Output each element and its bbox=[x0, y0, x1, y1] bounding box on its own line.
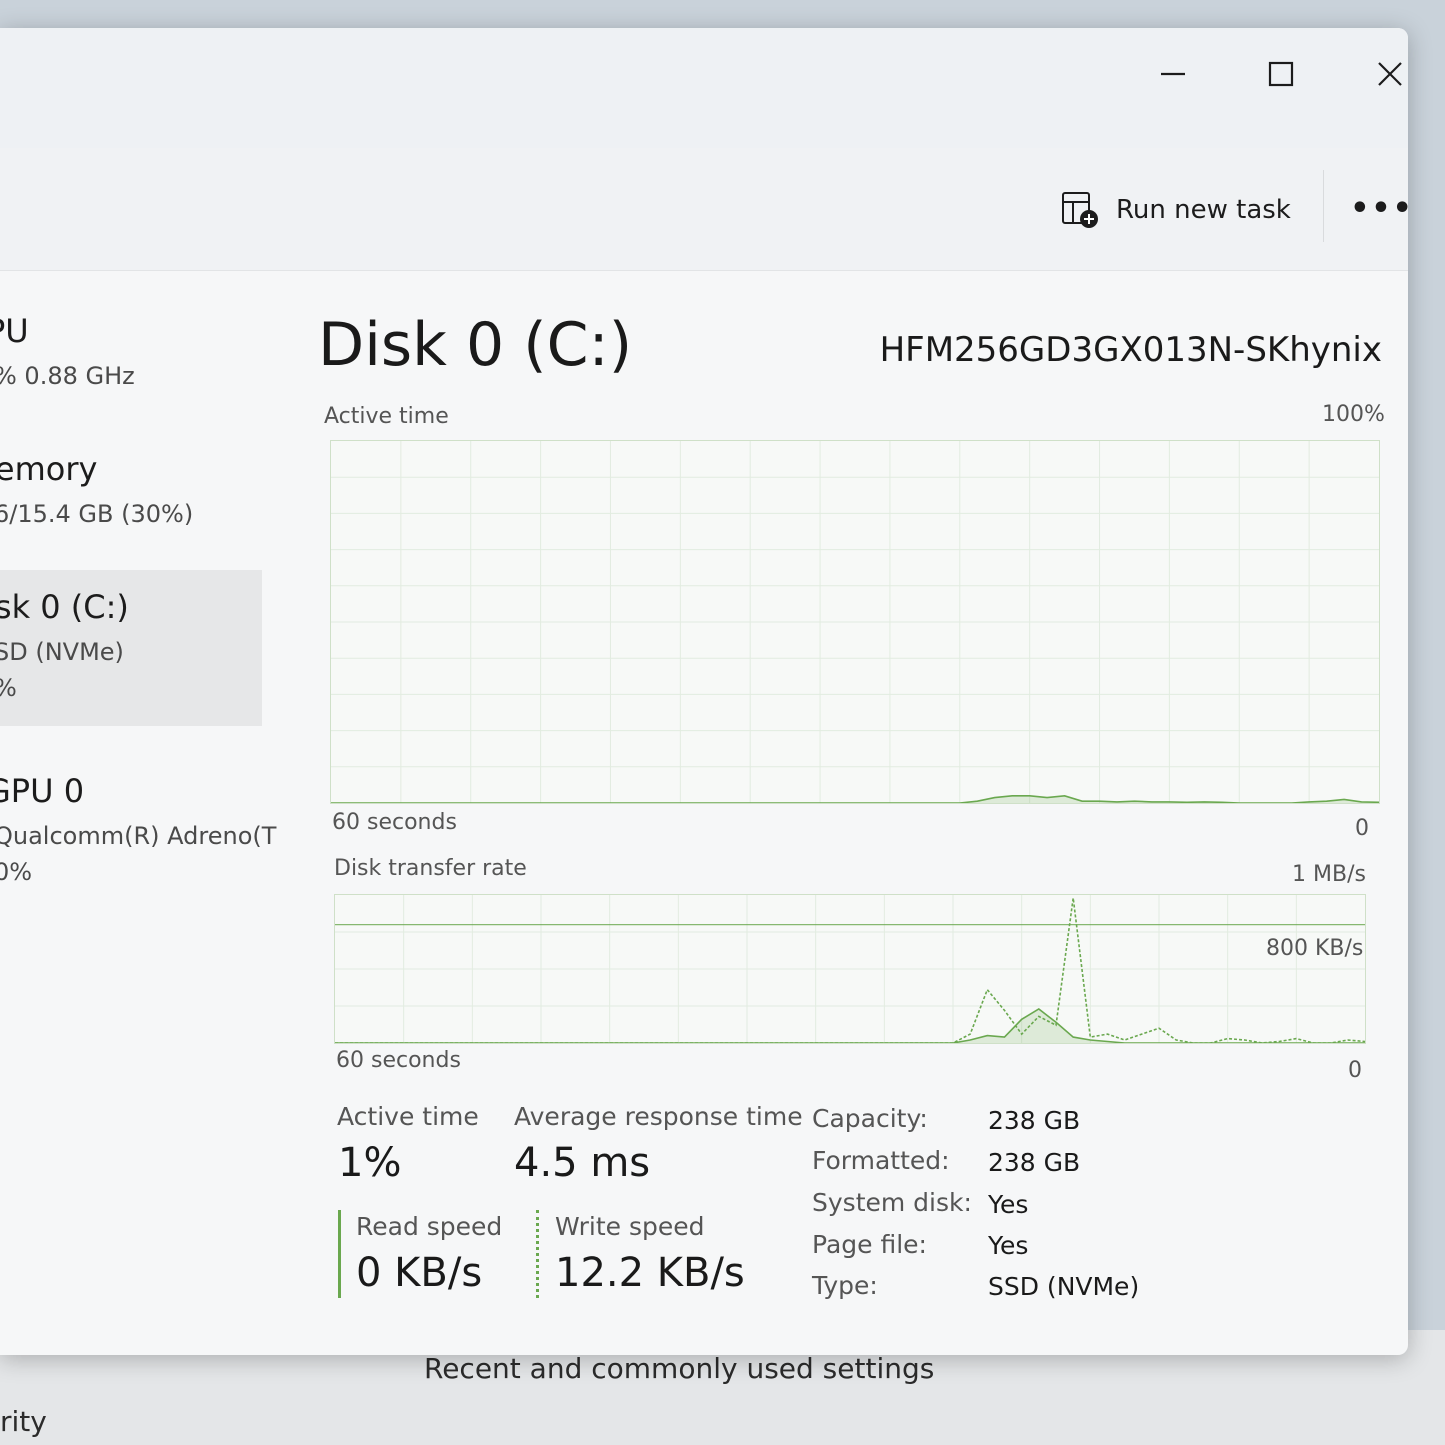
run-task-icon bbox=[1062, 192, 1098, 228]
transfer-rate-chart bbox=[334, 894, 1366, 1044]
transfer-rate-chart-xlabel: 60 seconds bbox=[336, 1048, 461, 1073]
sidebar-item-title: GPU 0 bbox=[0, 772, 85, 810]
minimize-icon bbox=[1161, 72, 1185, 76]
read-speed-indicator bbox=[338, 1210, 341, 1298]
active-time-chart-max: 100% bbox=[1322, 402, 1385, 427]
sidebar-item-detail: % 0.88 GHz bbox=[0, 362, 135, 390]
avg-response-label: Average response time bbox=[514, 1102, 803, 1131]
run-new-task-label: Run new task bbox=[1116, 195, 1291, 225]
performance-sidebar: PU % 0.88 GHz lemory 6/15.4 GB (30%) isk… bbox=[0, 270, 290, 1355]
transfer-rate-ref-label: 800 KB/s bbox=[1266, 936, 1364, 961]
transfer-rate-chart-max: 1 MB/s bbox=[1292, 862, 1366, 887]
sidebar-item-disk-0[interactable]: isk 0 (C:) SD (NVMe) % bbox=[0, 570, 262, 726]
close-button[interactable] bbox=[1362, 46, 1408, 102]
disk-model: HFM256GD3GX013N-SKhynix bbox=[879, 330, 1382, 370]
active-time-value: 1% bbox=[338, 1140, 402, 1186]
sidebar-item-gpu-0[interactable]: GPU 0 Qualcomm(R) Adreno(T 0% bbox=[0, 742, 276, 892]
sidebar-item-detail: 6/15.4 GB (30%) bbox=[0, 500, 194, 528]
active-time-chart-min: 0 bbox=[1355, 816, 1369, 841]
write-speed-label: Write speed bbox=[555, 1212, 705, 1241]
sidebar-item-detail: Qualcomm(R) Adreno(T bbox=[0, 822, 277, 850]
system-disk-label: System disk: bbox=[812, 1188, 972, 1217]
sidebar-item-title: isk 0 (C:) bbox=[0, 588, 129, 626]
background-settings-heading: Recent and commonly used settings bbox=[424, 1352, 935, 1385]
more-options-button[interactable]: ••• bbox=[1350, 188, 1408, 228]
capacity-label: Capacity: bbox=[812, 1104, 928, 1133]
write-speed-value: 12.2 KB/s bbox=[555, 1250, 745, 1296]
sidebar-item-memory[interactable]: lemory 6/15.4 GB (30%) bbox=[0, 438, 262, 558]
page-file-label: Page file: bbox=[812, 1230, 927, 1259]
avg-response-value: 4.5 ms bbox=[514, 1140, 651, 1186]
sidebar-item-title: lemory bbox=[0, 450, 98, 488]
series-line-0-0 bbox=[331, 794, 1380, 804]
maximize-button[interactable] bbox=[1253, 46, 1309, 102]
page-file-value: Yes bbox=[988, 1231, 1029, 1260]
sidebar-item-title: PU bbox=[0, 312, 29, 350]
sidebar-item-usage: 0% bbox=[0, 858, 33, 886]
page-title: Disk 0 (C:) bbox=[318, 310, 633, 380]
maximize-icon bbox=[1268, 61, 1294, 87]
transfer-rate-chart-title: Disk transfer rate bbox=[334, 856, 527, 881]
formatted-label: Formatted: bbox=[812, 1146, 950, 1175]
type-value: SSD (NVMe) bbox=[988, 1272, 1140, 1301]
title-bar bbox=[0, 28, 1408, 148]
series-line-1-1 bbox=[335, 897, 1366, 1044]
active-time-chart bbox=[330, 440, 1380, 804]
command-divider bbox=[1323, 170, 1324, 242]
active-time-chart-title: Active time bbox=[324, 404, 449, 429]
close-icon bbox=[1378, 62, 1402, 86]
transfer-rate-chart-min: 0 bbox=[1348, 1058, 1362, 1083]
transfer-rate-chart-svg bbox=[335, 895, 1366, 1044]
series-line-1-0 bbox=[335, 1008, 1365, 1044]
active-time-chart-svg bbox=[331, 441, 1380, 804]
run-new-task-button[interactable]: Run new task bbox=[1060, 186, 1291, 234]
formatted-value: 238 GB bbox=[988, 1148, 1081, 1177]
capacity-value: 238 GB bbox=[988, 1106, 1081, 1135]
sidebar-item-detail: SD (NVMe) bbox=[0, 638, 124, 666]
sidebar-item-usage: % bbox=[0, 674, 17, 702]
background-sidebar-fragment: rity bbox=[0, 1405, 47, 1438]
read-speed-label: Read speed bbox=[356, 1212, 503, 1241]
type-label: Type: bbox=[812, 1271, 878, 1300]
command-bar: Run new task ••• bbox=[0, 148, 1408, 271]
minimize-button[interactable] bbox=[1145, 46, 1201, 102]
write-speed-indicator bbox=[536, 1210, 539, 1298]
read-speed-value: 0 KB/s bbox=[356, 1250, 483, 1296]
series-area-1-0 bbox=[335, 1009, 1365, 1043]
active-time-chart-xlabel: 60 seconds bbox=[332, 810, 457, 835]
active-time-label: Active time bbox=[337, 1102, 479, 1131]
system-disk-value: Yes bbox=[988, 1190, 1029, 1219]
sidebar-item-cpu[interactable]: PU % 0.88 GHz bbox=[0, 300, 262, 420]
task-manager-window: Run new task ••• PU % 0.88 GHz lemory 6/… bbox=[0, 28, 1408, 1355]
